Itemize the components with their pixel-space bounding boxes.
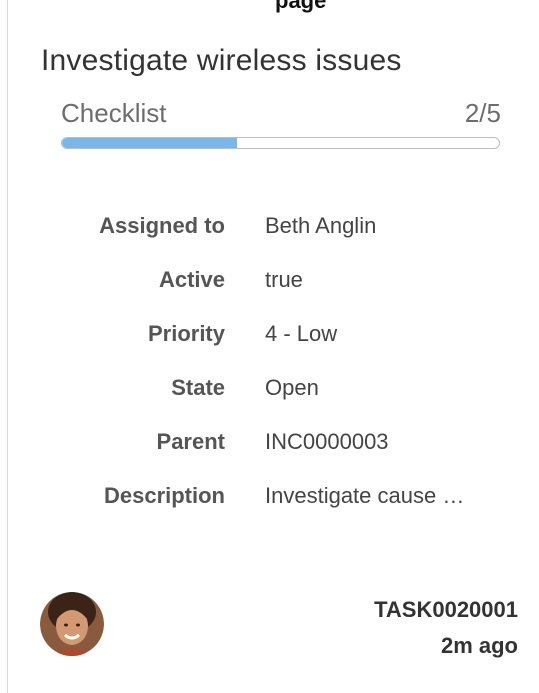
field-row-parent: Parent INC0000003 [0, 429, 539, 483]
field-label: State [171, 375, 225, 400]
field-label: Assigned to [99, 213, 225, 238]
field-value: Investigate cause … [265, 483, 465, 508]
checklist-count: 2/5 [464, 98, 501, 128]
field-label: Parent [156, 429, 225, 454]
field-row-state: State Open [0, 375, 539, 429]
field-value: Beth Anglin [265, 213, 377, 238]
field-row-description: Description Investigate cause … [0, 483, 539, 537]
checklist-label: Checklist [61, 98, 167, 128]
field-row-assigned-to: Assigned to Beth Anglin [0, 213, 539, 267]
updated-time: 2m ago [440, 633, 518, 658]
field-value: true [265, 267, 303, 292]
user-avatar-icon[interactable] [40, 592, 104, 656]
task-number[interactable]: TASK0020001 [374, 597, 518, 623]
checklist-progress-bar [61, 137, 500, 149]
field-row-priority: Priority 4 - Low [0, 321, 539, 375]
field-label: Description [103, 483, 225, 508]
field-value: INC0000003 [265, 429, 389, 454]
page-header-clipped-text: page [275, 0, 327, 13]
field-row-active: Active true [0, 267, 539, 321]
field-value: 4 - Low [265, 321, 338, 346]
field-list: Assigned to Beth Anglin Active true Prio… [0, 213, 539, 537]
field-label: Active [158, 267, 225, 292]
checklist-progress-fill [62, 138, 237, 148]
card-title[interactable]: Investigate wireless issues [41, 44, 402, 78]
field-value: Open [265, 375, 319, 400]
field-label: Priority [147, 321, 225, 346]
